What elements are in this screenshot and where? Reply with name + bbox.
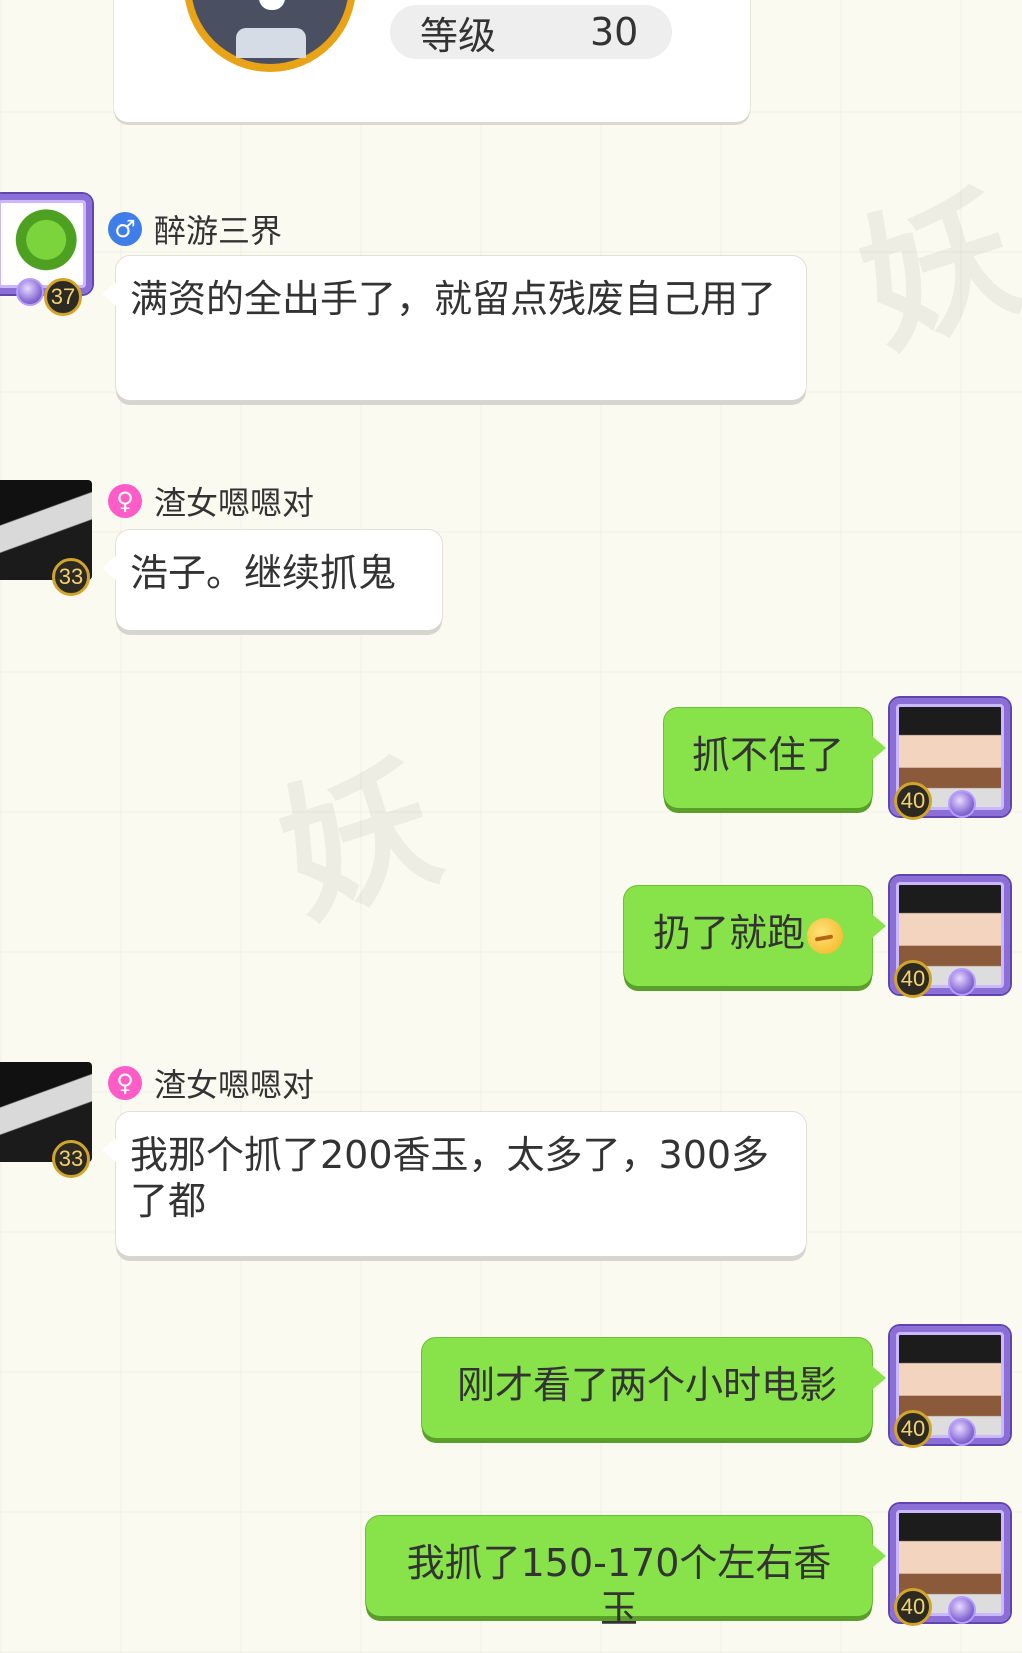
- background-watermark: 妖: [260, 733, 458, 948]
- message-bubble[interactable]: 刚才看了两个小时电影: [422, 1338, 886, 1438]
- avatar[interactable]: 40: [890, 698, 1010, 820]
- level-pill: 等级 30: [390, 5, 672, 59]
- message-bubble[interactable]: 抓不住了: [664, 708, 886, 808]
- male-icon: ♂: [108, 212, 142, 246]
- avatar[interactable]: 40: [890, 1504, 1010, 1626]
- level-badge: 40: [894, 1410, 932, 1448]
- level-value: 30: [590, 10, 639, 54]
- level-badge: 40: [894, 1588, 932, 1626]
- level-badge: 40: [894, 782, 932, 820]
- avatar[interactable]: 37: [0, 194, 92, 316]
- level-badge: 33: [52, 558, 90, 596]
- sender-name[interactable]: 醉游三界: [154, 206, 282, 252]
- frame-gem-icon: [948, 1596, 976, 1624]
- profile-avatar[interactable]: [184, 0, 356, 72]
- sender-name[interactable]: 渣女嗯嗯对: [154, 1060, 314, 1106]
- background-watermark: 妖: [840, 163, 1022, 378]
- sender-name[interactable]: 渣女嗯嗯对: [154, 478, 314, 524]
- message-bubble[interactable]: 满资的全出手了，就留点残废自己用了: [102, 256, 806, 400]
- message-bubble[interactable]: 扔了就跑: [624, 886, 886, 986]
- frame-gem-icon: [948, 790, 976, 818]
- avatar[interactable]: 40: [890, 1326, 1010, 1448]
- message-bubble[interactable]: 我那个抓了200香玉，太多了，300多了都: [102, 1112, 806, 1256]
- message-text: 扔了就跑: [652, 911, 805, 955]
- level-label: 等级: [420, 13, 497, 58]
- avatar[interactable]: 33: [0, 480, 92, 596]
- profile-card: 等级 30: [114, 0, 750, 122]
- level-badge: 33: [52, 1140, 90, 1178]
- avatar[interactable]: 33: [0, 1062, 92, 1178]
- frame-gem-icon: [948, 968, 976, 996]
- female-icon: ♀: [108, 1066, 142, 1100]
- avatar[interactable]: 40: [890, 876, 1010, 998]
- sender-name-row: ♂ 醉游三界: [108, 206, 282, 252]
- message-bubble[interactable]: 浩子。继续抓鬼: [102, 530, 442, 630]
- female-icon: ♀: [108, 484, 142, 518]
- frame-gem-icon: [16, 278, 44, 306]
- level-badge: 37: [44, 278, 82, 316]
- smirk-emoji-icon: [807, 917, 843, 954]
- frame-gem-icon: [948, 1418, 976, 1446]
- level-badge: 40: [894, 960, 932, 998]
- sender-name-row: ♀ 渣女嗯嗯对: [108, 478, 314, 524]
- message-bubble[interactable]: 我抓了150-170个左右香玉: [366, 1516, 886, 1631]
- sender-name-row: ♀ 渣女嗯嗯对: [108, 1060, 314, 1106]
